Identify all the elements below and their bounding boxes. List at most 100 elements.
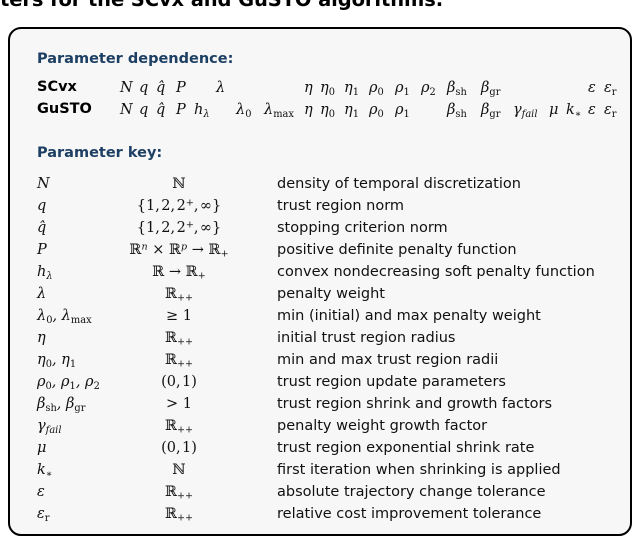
key-row-k-star: k∗ ℕ first iteration when shrinking is a…: [0, 462, 640, 484]
dep-scvx-sym-beta-sh: βsh: [447, 80, 467, 98]
key-description-epsilon: absolute trajectory change tolerance: [277, 484, 546, 500]
key-domain-epsilon-r: ℝ++: [164, 506, 194, 524]
parameter-dependence-heading: Parameter dependence:: [37, 51, 234, 67]
algorithm-label-gusto: GuSTO: [37, 101, 92, 117]
key-description-h-lambda: convex nondecreasing soft penalty functi…: [277, 264, 595, 280]
dep-scvx-sym-eta1: η1: [344, 80, 359, 98]
key-description-lambda: penalty weight: [277, 286, 385, 302]
parameter-key-heading: Parameter key:: [37, 145, 163, 161]
dep-scvx-sym-P: P: [176, 80, 186, 96]
key-description-gamma-fail: penalty weight growth factor: [277, 418, 488, 434]
algorithm-label-scvx: SCvx: [37, 79, 77, 95]
dep-gusto-sym-rho1: ρ1: [395, 102, 410, 120]
key-domain-lambda0-lambdamax: ≥ 1: [166, 308, 192, 324]
dep-scvx-sym-rho1: ρ1: [395, 80, 410, 98]
figure-page: ters for the SCvx and GuSTO algorithms. …: [0, 0, 640, 546]
key-row-mu: μ (0, 1) trust region exponential shrink…: [0, 440, 640, 462]
key-symbol-qhat: q̂: [37, 220, 47, 236]
key-row-lambda0-lambdamax: λ0, λmax ≥ 1 min (initial) and max penal…: [0, 308, 640, 330]
dep-gusto-sym-eta1: η1: [344, 102, 359, 120]
dep-gusto-sym-epsilon-r: εr: [604, 102, 617, 120]
dep-gusto-sym-epsilon: ε: [588, 102, 596, 118]
dep-scvx-sym-qhat: q̂: [156, 80, 166, 96]
key-domain-beta-sh-gr: > 1: [166, 396, 192, 412]
key-domain-rho0-rho1-rho2: (0, 1): [161, 374, 197, 390]
dependence-row-gusto: GuSTO N q q̂ P hλ λ0 λmax η η0 η1 ρ0 ρ1 …: [0, 101, 640, 121]
key-symbol-eta: η: [37, 330, 46, 346]
dep-scvx-sym-eta: η: [304, 80, 313, 96]
key-row-epsilon-r: εr ℝ++ relative cost improvement toleran…: [0, 506, 640, 528]
key-domain-eta: ℝ++: [164, 330, 194, 348]
dep-gusto-sym-lambda-max: λmax: [264, 102, 294, 120]
dep-gusto-sym-q: q: [139, 102, 149, 118]
key-row-P: P ℝn × ℝp → ℝ+ positive definite penalty…: [0, 242, 640, 264]
dep-gusto-sym-beta-gr: βgr: [481, 102, 501, 120]
key-symbol-lambda: λ: [37, 286, 47, 302]
key-description-N: density of temporal discretization: [277, 176, 521, 192]
key-symbol-k-star: k∗: [37, 462, 53, 480]
key-row-eta: η ℝ++ initial trust region radius: [0, 330, 640, 352]
dep-gusto-sym-beta-sh: βsh: [447, 102, 467, 120]
dep-scvx-sym-lambda: λ: [216, 80, 226, 96]
key-domain-epsilon: ℝ++: [164, 484, 194, 502]
dep-gusto-sym-qhat: q̂: [156, 102, 166, 118]
key-description-eta0-eta1: min and max trust region radii: [277, 352, 499, 368]
key-row-h-lambda: hλ ℝ → ℝ+ convex nondecreasing soft pena…: [0, 264, 640, 286]
key-row-epsilon: ε ℝ++ absolute trajectory change toleran…: [0, 484, 640, 506]
dep-scvx-sym-epsilon-r: εr: [604, 80, 617, 98]
dep-scvx-sym-N: N: [120, 80, 133, 96]
dep-scvx-sym-beta-gr: βgr: [481, 80, 501, 98]
key-domain-N: ℕ: [172, 176, 186, 192]
figure-caption-text: ters for the SCvx and GuSTO algorithms.: [0, 0, 443, 11]
key-symbol-beta-sh-gr: βsh, βgr: [37, 396, 86, 414]
key-symbol-epsilon-r: εr: [37, 506, 50, 524]
key-description-qhat: stopping criterion norm: [277, 220, 448, 236]
key-symbol-q: q: [37, 198, 47, 214]
key-description-mu: trust region exponential shrink rate: [277, 440, 535, 456]
dep-scvx-sym-q: q: [139, 80, 149, 96]
key-row-gamma-fail: γfail ℝ++ penalty weight growth factor: [0, 418, 640, 440]
key-domain-P: ℝn × ℝp → ℝ+: [129, 241, 229, 260]
key-description-P: positive definite penalty function: [277, 242, 517, 258]
key-description-k-star: first iteration when shrinking is applie…: [277, 462, 561, 478]
dep-gusto-sym-eta: η: [304, 102, 313, 118]
dep-gusto-sym-P: P: [176, 102, 186, 118]
dep-gusto-sym-mu: μ: [549, 102, 559, 118]
key-description-epsilon-r: relative cost improvement tolerance: [277, 506, 542, 522]
key-domain-eta0-eta1: ℝ++: [164, 352, 194, 370]
key-row-rho0-rho1-rho2: ρ0, ρ1, ρ2 (0, 1) trust region update pa…: [0, 374, 640, 396]
key-description-beta-sh-gr: trust region shrink and growth factors: [277, 396, 553, 412]
key-symbol-P: P: [37, 242, 47, 258]
key-description-lambda0-lambdamax: min (initial) and max penalty weight: [277, 308, 541, 324]
figure-caption: ters for the SCvx and GuSTO algorithms.: [0, 0, 640, 20]
key-symbol-gamma-fail: γfail: [37, 418, 62, 436]
dep-gusto-sym-gamma-fail: γfail: [513, 102, 538, 120]
dep-gusto-sym-lambda0: λ0: [236, 102, 252, 120]
key-description-eta: initial trust region radius: [277, 330, 456, 346]
dep-gusto-sym-k-star: k∗: [566, 102, 582, 120]
key-symbol-mu: μ: [37, 440, 47, 456]
key-row-qhat: q̂ {1, 2, 2+, ∞} stopping criterion norm: [0, 220, 640, 242]
key-domain-k-star: ℕ: [172, 462, 186, 478]
dep-gusto-sym-h-lambda: hλ: [194, 102, 210, 120]
key-row-eta0-eta1: η0, η1 ℝ++ min and max trust region radi…: [0, 352, 640, 374]
key-row-lambda: λ ℝ++ penalty weight: [0, 286, 640, 308]
key-symbol-epsilon: ε: [37, 484, 45, 500]
key-description-rho0-rho1-rho2: trust region update parameters: [277, 374, 506, 390]
key-row-N: N ℕ density of temporal discretization: [0, 176, 640, 198]
dep-gusto-sym-N: N: [120, 102, 133, 118]
key-symbol-eta0-eta1: η0, η1: [37, 352, 77, 370]
key-domain-gamma-fail: ℝ++: [164, 418, 194, 436]
key-domain-lambda: ℝ++: [164, 286, 194, 304]
key-domain-qhat: {1, 2, 2+, ∞}: [136, 219, 222, 236]
dep-gusto-sym-eta0: η0: [320, 102, 335, 120]
dependence-row-scvx: SCvx N q q̂ P λ η η0 η1 ρ0 ρ1 ρ2 βsh βgr…: [0, 79, 640, 99]
dep-gusto-sym-rho0: ρ0: [369, 102, 384, 120]
key-symbol-lambda0-lambdamax: λ0, λmax: [37, 308, 92, 326]
key-domain-q: {1, 2, 2+, ∞}: [136, 197, 222, 214]
key-row-q: q {1, 2, 2+, ∞} trust region norm: [0, 198, 640, 220]
dep-scvx-sym-rho0: ρ0: [369, 80, 384, 98]
key-symbol-rho0-rho1-rho2: ρ0, ρ1, ρ2: [37, 374, 100, 392]
dep-scvx-sym-epsilon: ε: [588, 80, 596, 96]
key-symbol-h-lambda: hλ: [37, 264, 53, 282]
